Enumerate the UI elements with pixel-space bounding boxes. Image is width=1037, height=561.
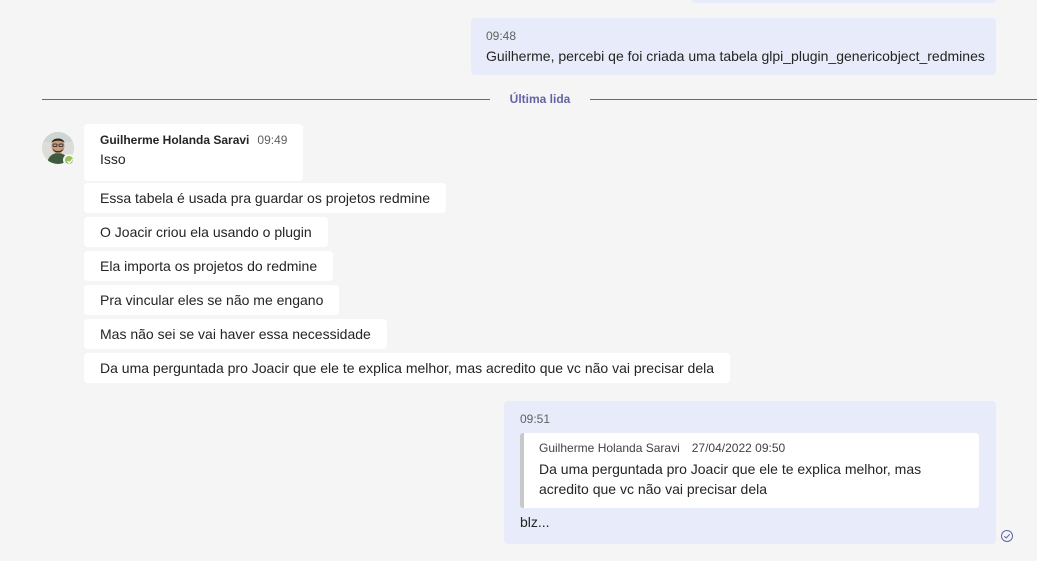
sender-name[interactable]: Guilherme Holanda Saravi — [100, 133, 249, 147]
chat-thread: 09:48 Guilherme, percebi qe foi criada u… — [0, 0, 1037, 561]
incoming-message[interactable]: Essa tabela é usada pra guardar os proje… — [84, 183, 446, 213]
incoming-message[interactable]: Mas não sei se vai haver essa necessidad… — [84, 319, 387, 349]
message-text: Ela importa os projetos do redmine — [100, 258, 318, 274]
quote-sender: Guilherme Holanda Saravi — [539, 441, 680, 455]
message-text: Da uma perguntada pro Joacir que ele te … — [100, 360, 715, 376]
incoming-message[interactable]: Ela importa os projetos do redmine — [84, 251, 334, 281]
incoming-message[interactable]: O Joacir criou ela usando o plugin — [84, 217, 328, 247]
message-text: Isso — [100, 151, 126, 167]
message-text: Guilherme, percebi qe foi criada uma tab… — [486, 48, 985, 64]
outgoing-message[interactable]: 09:48 Guilherme, percebi qe foi criada u… — [471, 18, 996, 75]
message-text: blz... — [520, 514, 550, 530]
message-time: 09:48 — [486, 29, 517, 43]
incoming-message[interactable]: Guilherme Holanda Saravi 09:49 Isso — [84, 124, 304, 181]
message-text: Essa tabela é usada pra guardar os proje… — [100, 190, 430, 206]
quote-datetime: 27/04/2022 09:50 — [691, 441, 786, 455]
last-read-label: Última lida — [490, 91, 590, 108]
message-time: 09:49 — [257, 133, 288, 147]
quote-header: Guilherme Holanda Saravi 27/04/2022 09:50 — [539, 441, 971, 455]
message-text: Mas não sei se vai haver essa necessidad… — [100, 326, 371, 342]
quoted-message[interactable]: Guilherme Holanda Saravi 27/04/2022 09:50… — [520, 433, 979, 508]
presence-available-icon — [63, 154, 75, 166]
quote-text: Da uma perguntada pro Joacir que ele te … — [539, 461, 922, 497]
message-text: Pra vincular eles se não me engano — [100, 292, 324, 308]
message-text: O Joacir criou ela usando o plugin — [100, 224, 312, 240]
read-receipt-icon — [1000, 529, 1014, 543]
outgoing-reply-message[interactable]: 09:51 Guilherme Holanda Saravi 27/04/2022… — [504, 401, 996, 544]
incoming-message[interactable]: Da uma perguntada pro Joacir que ele te … — [84, 353, 731, 383]
previous-message-edge — [692, 0, 996, 3]
incoming-message[interactable]: Pra vincular eles se não me engano — [84, 285, 340, 315]
message-header: Guilherme Holanda Saravi 09:49 — [100, 133, 287, 147]
message-time: 09:51 — [520, 412, 551, 426]
